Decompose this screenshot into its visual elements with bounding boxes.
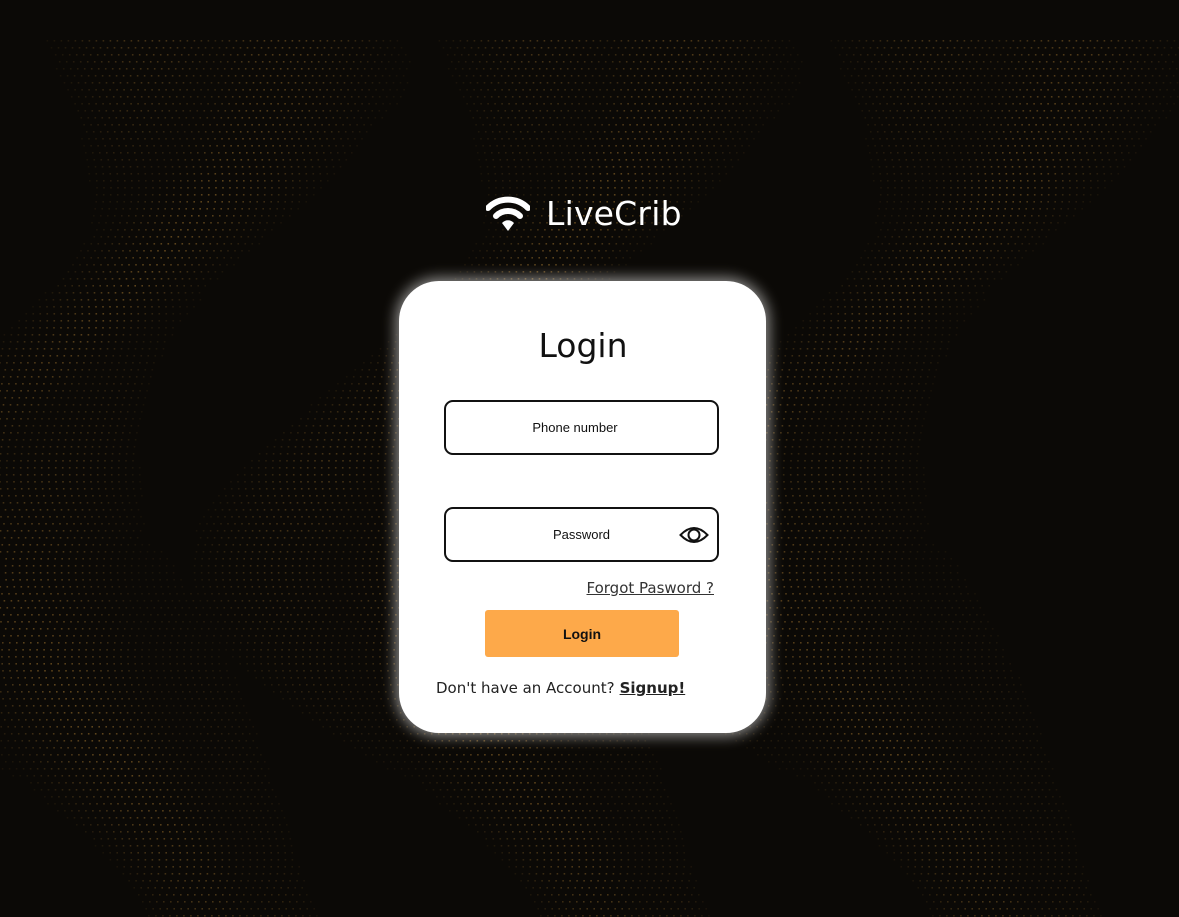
signup-row: Don't have an Account? Signup!: [436, 679, 685, 697]
brand-header: LiveCrib: [486, 190, 682, 238]
login-card: Login Forgot Pasword ? Login Don't have …: [399, 281, 766, 733]
login-button[interactable]: Login: [485, 610, 679, 657]
signup-link[interactable]: Signup!: [620, 679, 686, 697]
phone-input[interactable]: [446, 402, 717, 453]
eye-icon[interactable]: [679, 522, 709, 548]
forgot-password-link[interactable]: Forgot Pasword ?: [587, 579, 715, 597]
login-title: Login: [538, 326, 628, 365]
phone-field: [444, 400, 719, 455]
wifi-icon: [486, 196, 530, 231]
password-input[interactable]: [446, 509, 717, 560]
no-account-text: Don't have an Account?: [436, 679, 615, 697]
brand-name: LiveCrib: [546, 194, 682, 233]
password-field: [444, 507, 719, 562]
